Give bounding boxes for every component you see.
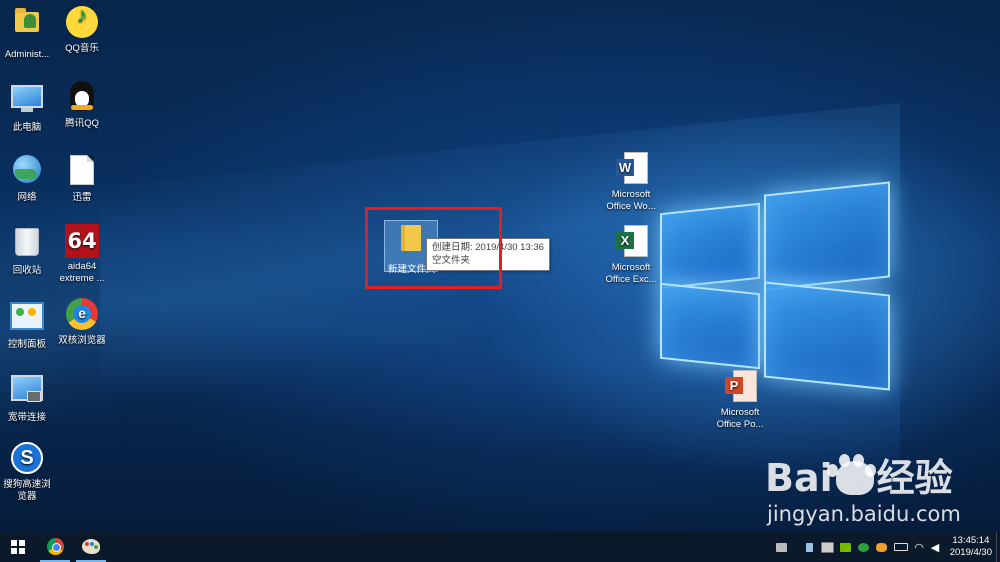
desktop-icon-qq-music[interactable]: QQ音乐: [44, 6, 120, 55]
desktop-icon-label-line2: Office Exc...: [605, 274, 657, 285]
powerpoint-badge: P: [725, 377, 743, 394]
windows-wallpaper-logo: [660, 180, 890, 391]
desktop-icon-sogou-browser[interactable]: S 搜狗高速浏 览器: [0, 441, 65, 503]
sogou-logo-text: S: [11, 442, 43, 474]
chrome-icon: [46, 537, 64, 555]
sogou-browser-icon: S: [10, 442, 44, 476]
taskbar-chrome-button[interactable]: [40, 532, 70, 562]
desktop-icon-label: 迅雷: [72, 192, 92, 203]
qq-music-icon: [65, 6, 99, 40]
desktop-icon-label-line2: Office Wo...: [606, 201, 656, 212]
qq-penguin-icon: [65, 81, 99, 115]
desktop-icon-label: Microsoft: [611, 189, 651, 200]
control-panel-icon: [10, 302, 44, 336]
computer-icon: [10, 85, 44, 119]
desktop-icon-label: Microsoft: [720, 407, 760, 418]
aida64-icon: 64: [65, 224, 99, 258]
desktop-icon-label: 宽带连接: [7, 412, 46, 423]
taskbar-paint-button[interactable]: [76, 532, 106, 562]
word-icon: W: [614, 152, 648, 186]
desktop-icon-office-excel[interactable]: X Microsoft Office Exc...: [593, 223, 669, 286]
watermark-brand-right: 经验: [876, 456, 953, 500]
user-folder-icon: [10, 8, 44, 46]
excel-icon: X: [614, 225, 648, 259]
desktop-icon-label-line2: extreme ...: [59, 273, 105, 284]
wifi-icon[interactable]: ◠: [911, 532, 927, 562]
start-button[interactable]: [0, 532, 36, 562]
windows-start-icon: [11, 540, 25, 554]
desktop-icon-label: 搜狗高速浏: [3, 479, 51, 490]
recycle-bin-icon: [10, 228, 44, 262]
desktop-icon-label: Microsoft: [611, 262, 651, 273]
network-globe-icon: [10, 155, 44, 189]
desktop-icon-label: 腾讯QQ: [65, 118, 99, 129]
volume-icon[interactable]: ◀: [927, 532, 943, 562]
desktop-icon-label-line2: Office Po...: [716, 419, 764, 430]
security-icon[interactable]: [855, 532, 871, 562]
storage-icon[interactable]: [819, 532, 835, 562]
desktop-icon-dual-core-browser[interactable]: 双核浏览器: [44, 297, 120, 347]
desktop[interactable]: Administ... QQ音乐 此电脑 腾讯QQ 网络 迅雷 回收站 64 a…: [0, 0, 1000, 532]
taskbar-clock[interactable]: 13:45:14 2019/4/30: [950, 535, 992, 559]
desktop-icon-label: 双核浏览器: [58, 335, 106, 346]
watermark-brand-left: Bai: [765, 456, 833, 500]
nvidia-icon[interactable]: [837, 532, 853, 562]
clock-time: 13:45:14: [952, 535, 990, 546]
aida64-logo-text: 64: [65, 224, 99, 258]
printer-icon[interactable]: [773, 532, 789, 562]
desktop-icon-label-line2: 览器: [17, 491, 37, 502]
excel-badge: X: [616, 232, 634, 249]
paint-icon: [82, 538, 100, 554]
desktop-icon-xunlei[interactable]: 迅雷: [44, 152, 120, 204]
powerpoint-icon: P: [723, 370, 757, 404]
broadband-connection-icon: [10, 375, 44, 409]
qq-tray-icon[interactable]: [873, 532, 889, 562]
baidu-jingyan-watermark: Bai 经验 jingyan.baidu.com: [765, 454, 961, 526]
desktop-icon-aida64[interactable]: 64 aida64 extreme ...: [44, 224, 120, 285]
desktop-icon-office-powerpoint[interactable]: P Microsoft Office Po...: [702, 368, 778, 431]
desktop-icon-broadband[interactable]: 宽带连接: [0, 369, 65, 424]
desktop-icon-label: QQ音乐: [65, 43, 99, 54]
battery-icon[interactable]: [893, 532, 909, 562]
usb-icon[interactable]: [801, 532, 817, 562]
desktop-icon-office-word[interactable]: W Microsoft Office Wo...: [593, 150, 669, 213]
word-badge: W: [616, 159, 634, 176]
red-highlight-box: [365, 207, 502, 289]
taskbar: ◠ ◀ 13:45:14 2019/4/30: [0, 532, 1000, 562]
desktop-icon-tencent-qq[interactable]: 腾讯QQ: [44, 79, 120, 130]
browser-e-icon: [65, 298, 99, 332]
watermark-url: jingyan.baidu.com: [767, 502, 961, 526]
show-desktop-button[interactable]: [996, 532, 1000, 562]
desktop-icon-label: aida64: [67, 261, 97, 272]
paw-logo: [827, 454, 887, 478]
blank-file-icon: [65, 155, 99, 189]
clock-date: 2019/4/30: [949, 547, 992, 558]
